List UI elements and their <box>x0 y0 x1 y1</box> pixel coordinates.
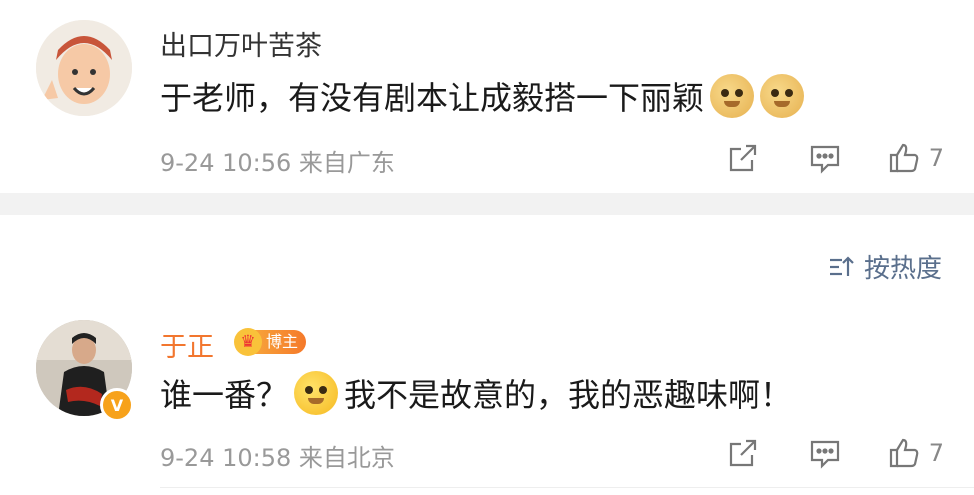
comment-actions: 7 <box>681 138 944 178</box>
sort-icon <box>829 255 854 276</box>
avatar[interactable] <box>36 20 132 116</box>
timestamp: 9-24 10:56 <box>160 149 292 177</box>
username[interactable]: 出口万叶苦茶 <box>160 24 322 63</box>
verified-badge-icon: V <box>100 388 134 422</box>
doge-emoji-icon <box>710 74 755 118</box>
comment-actions: 7 <box>681 433 944 473</box>
comment-text: 谁一番？ 我不是故意的，我的恶趣味啊！ <box>160 370 792 416</box>
share-button[interactable] <box>723 433 763 473</box>
comment-meta: 9-24 10:56 来自广东 <box>160 143 395 178</box>
timestamp: 9-24 10:58 <box>160 444 292 472</box>
comment-button[interactable] <box>805 138 845 178</box>
comment-text: 于老师，有没有剧本让成毅搭一下丽颖 <box>160 73 805 119</box>
comment-item-1: 出口万叶苦茶 于老师，有没有剧本让成毅搭一下丽颖 9-24 10:56 来自广东… <box>0 0 974 193</box>
crown-icon: ♛ <box>234 328 262 356</box>
like-count: 7 <box>928 144 944 172</box>
share-icon <box>729 439 756 467</box>
comment-button[interactable] <box>805 433 845 473</box>
comment-icon <box>810 440 839 469</box>
username[interactable]: 于正 <box>160 325 214 364</box>
location: 来自北京 <box>298 444 395 472</box>
comment-icon <box>810 145 839 174</box>
like-icon <box>889 438 919 468</box>
like-button[interactable]: 7 <box>887 138 944 178</box>
like-count: 7 <box>928 439 944 467</box>
author-badge: ♛ 博主 <box>234 328 307 356</box>
sort-label: 按热度 <box>863 254 942 284</box>
location: 来自广东 <box>298 149 395 177</box>
doge-emoji-icon <box>760 74 805 118</box>
share-icon <box>729 144 756 172</box>
like-button[interactable]: 7 <box>887 433 944 473</box>
share-button[interactable] <box>723 138 763 178</box>
comment-item-2: V 于正 ♛ 博主 谁一番？ 我不是故意的，我的恶趣味啊！ 9-24 10:58… <box>0 300 974 495</box>
section-divider <box>0 193 974 215</box>
comment-meta: 9-24 10:58 来自北京 <box>160 438 395 473</box>
separator-line <box>160 487 974 488</box>
thinking-emoji-icon <box>294 371 339 415</box>
like-icon <box>889 143 919 173</box>
sort-toggle[interactable]: 按热度 <box>828 248 942 285</box>
